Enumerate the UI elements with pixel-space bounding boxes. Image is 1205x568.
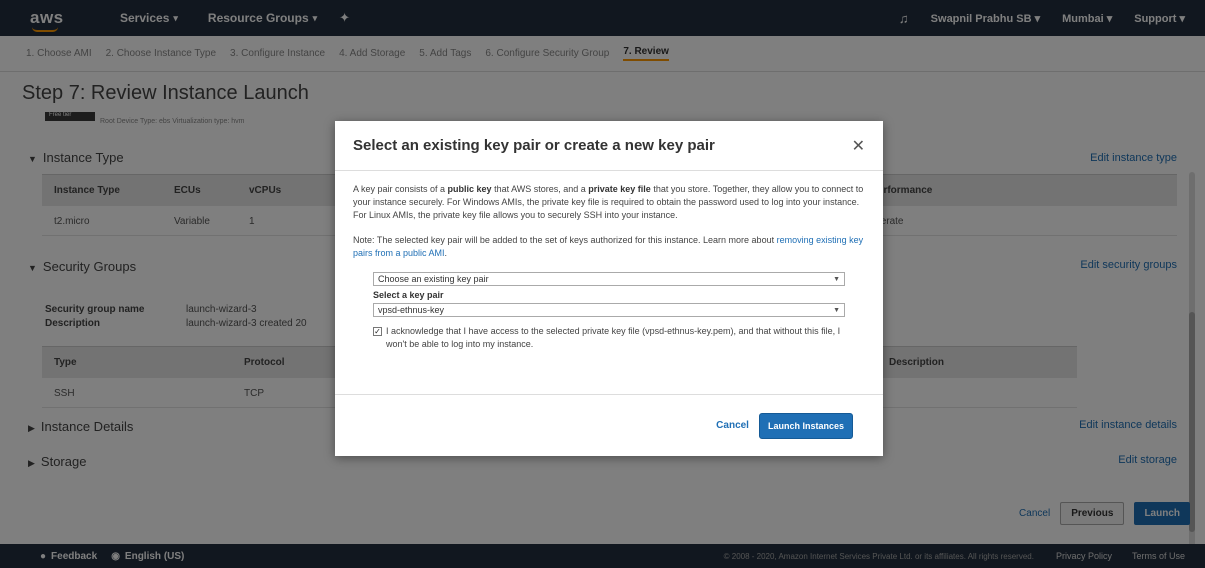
key-pair-select[interactable]: vpsd-ethnus-key ▼ (373, 303, 845, 317)
dialog-body: A key pair consists of a public key that… (335, 171, 883, 351)
dialog-footer: Cancel Launch Instances (335, 394, 883, 456)
key-pair-dialog: Select an existing key pair or create a … (335, 121, 883, 456)
key-pair-mode-select[interactable]: Choose an existing key pair ▼ (373, 272, 845, 286)
acknowledge-checkbox[interactable]: ✓ (373, 327, 382, 336)
key-pair-intro: A key pair consists of a public key that… (353, 184, 864, 220)
acknowledge-text: I acknowledge that I have access to the … (386, 326, 841, 349)
acknowledge-row: ✓ I acknowledge that I have access to th… (373, 325, 853, 351)
chevron-down-icon: ▼ (833, 306, 840, 314)
key-pair-note: Note: The selected key pair will be adde… (353, 235, 864, 258)
dialog-title: Select an existing key pair or create a … (353, 137, 715, 154)
chevron-down-icon: ▼ (833, 275, 840, 283)
dialog-header: Select an existing key pair or create a … (335, 121, 883, 171)
launch-instances-button[interactable]: Launch Instances (758, 412, 853, 439)
dialog-cancel-button[interactable]: Cancel (716, 420, 749, 431)
select-key-pair-label: Select a key pair (373, 290, 444, 300)
close-icon[interactable]: ✕ (852, 136, 865, 156)
